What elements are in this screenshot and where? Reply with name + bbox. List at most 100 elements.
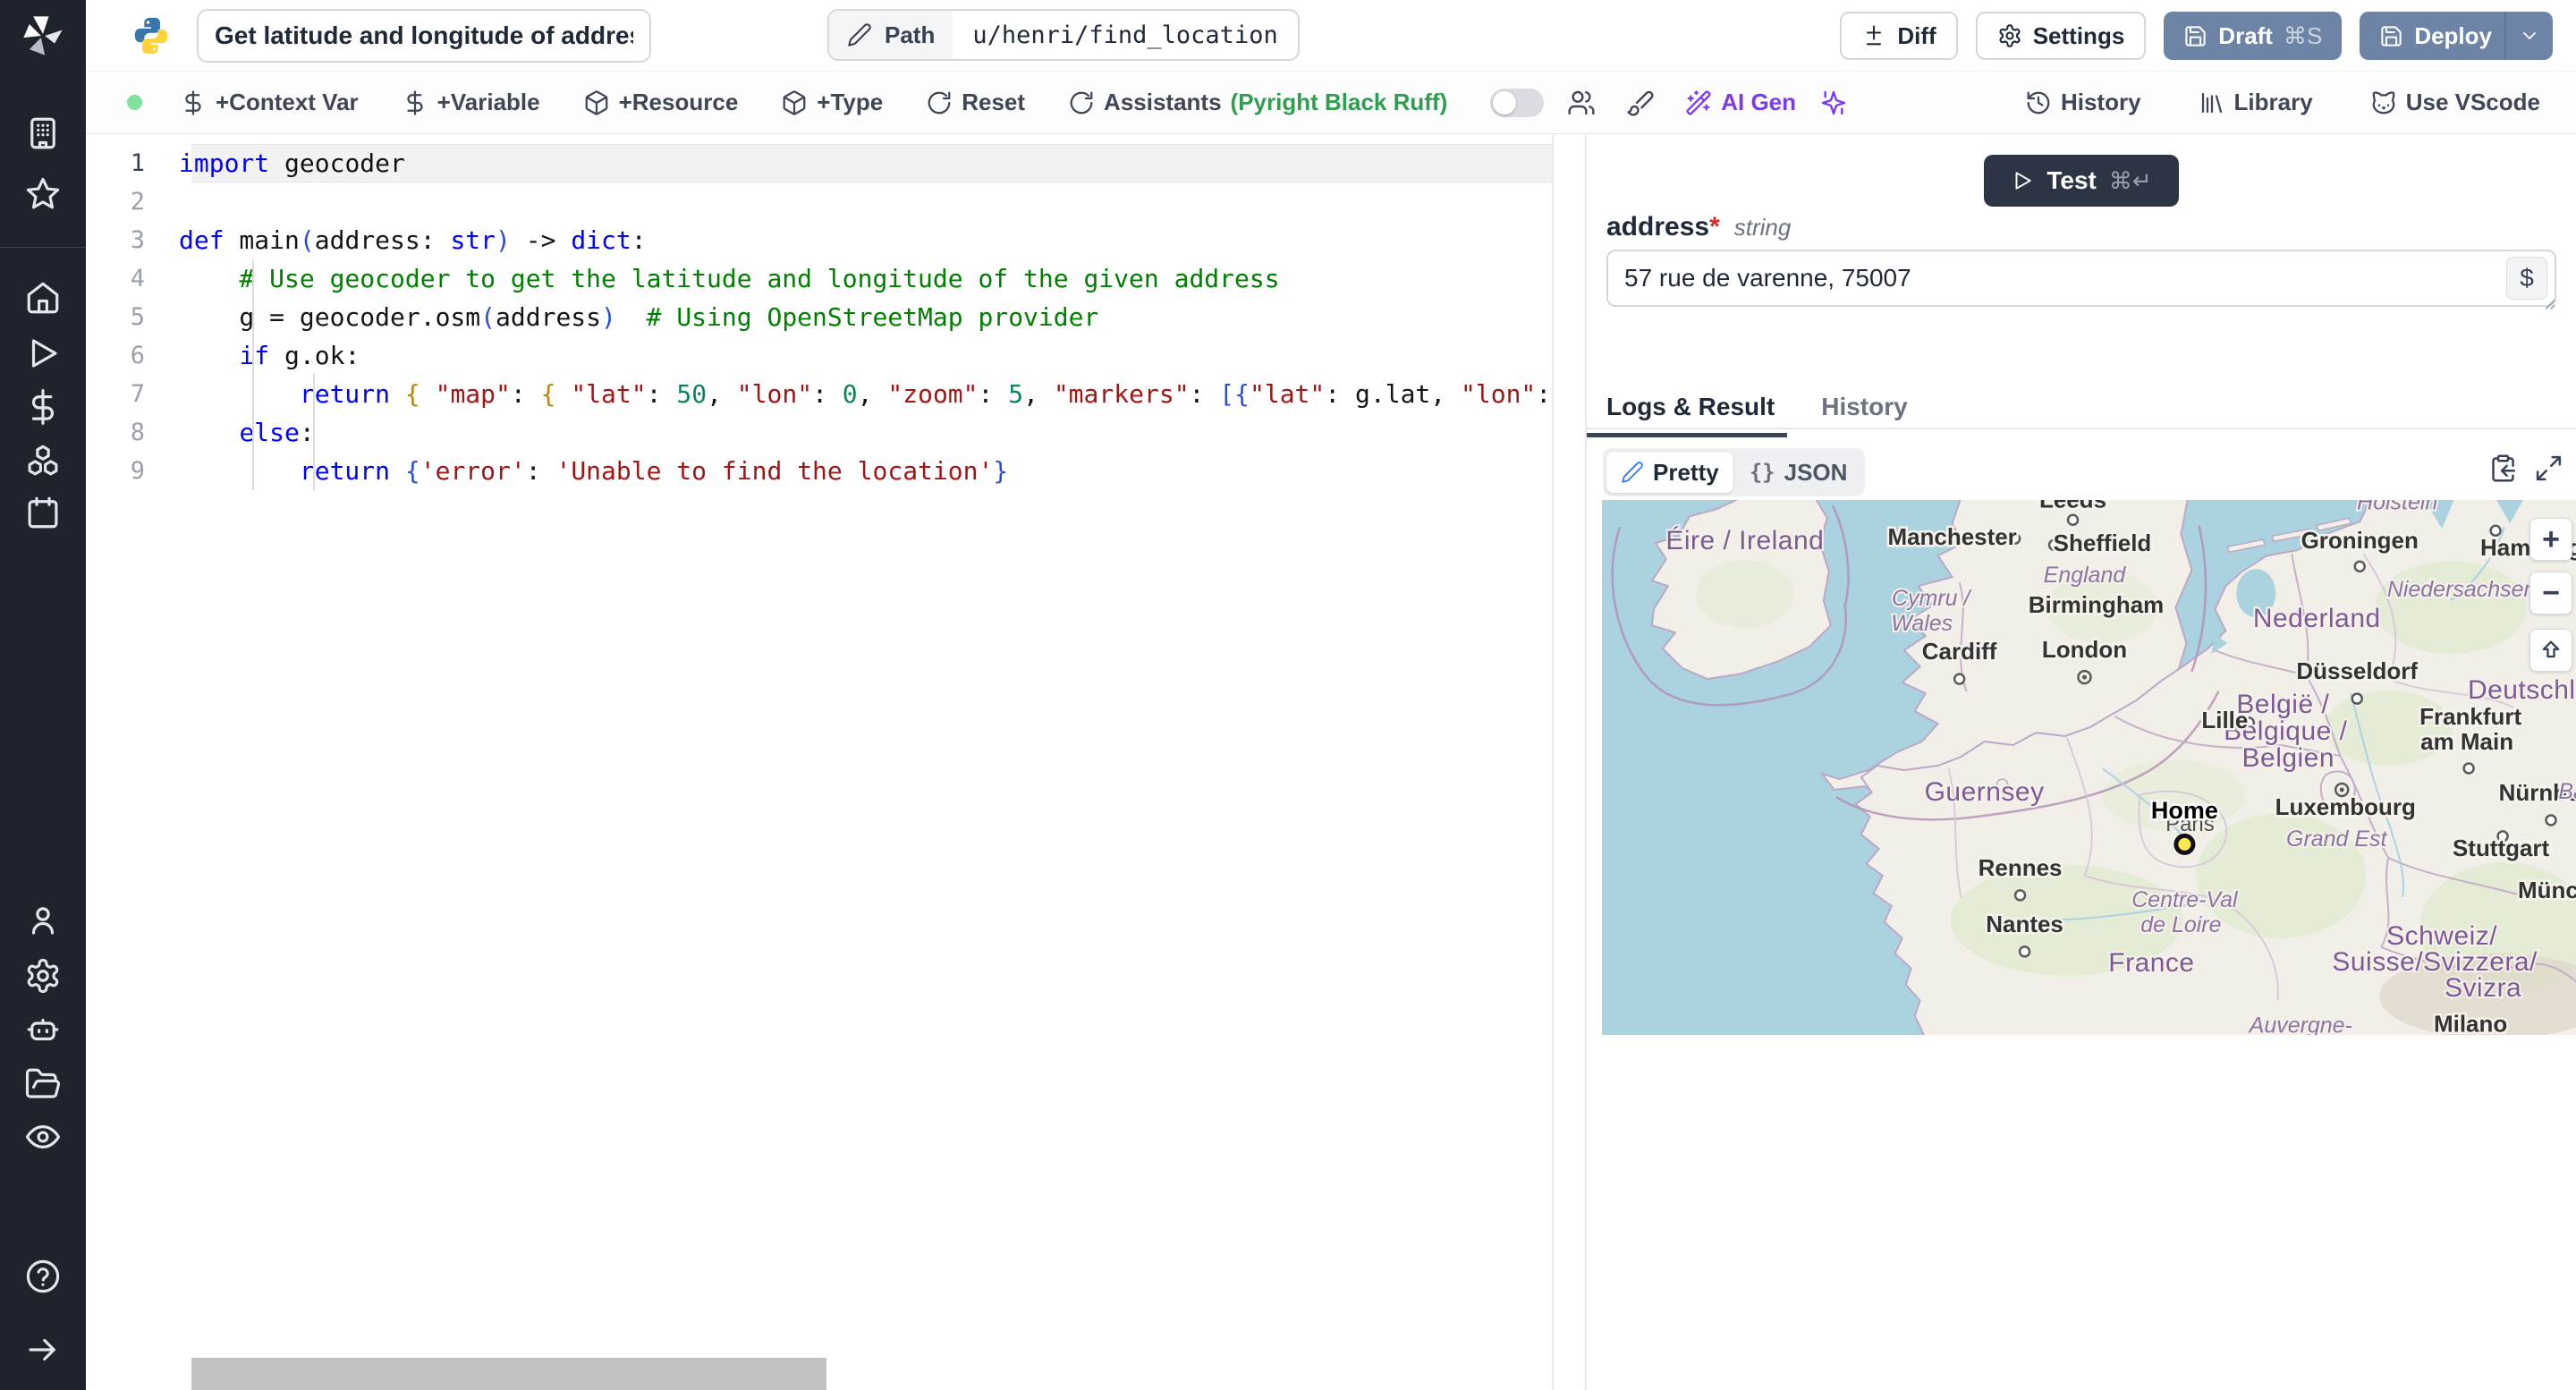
map-zoom-in-button[interactable]: + (2529, 518, 2572, 561)
chevron-down-icon[interactable] (2519, 25, 2540, 47)
draft-button[interactable]: Draft ⌘S (2164, 12, 2343, 60)
code-lines[interactable]: 1 import geocoder 2 3 def main(address: str)… (86, 144, 1552, 490)
sparkles-icon[interactable] (1819, 89, 1848, 117)
map-label: Manchester (1887, 523, 2016, 550)
add-resource-button[interactable]: +Resource (583, 89, 738, 116)
assistants-toggle[interactable] (1490, 88, 1545, 117)
map-label: België / (2236, 690, 2329, 719)
map-zoom-out-button[interactable]: − (2529, 572, 2572, 614)
map-label: Guernsey (1925, 777, 2045, 807)
dollar-icon (185, 89, 201, 115)
help-icon[interactable] (0, 1258, 86, 1295)
format-brush-icon[interactable] (1626, 89, 1655, 117)
map-label: Sheffield (2054, 530, 2152, 556)
windmill-logo[interactable] (0, 13, 86, 59)
python-logo-icon (131, 15, 172, 56)
use-vscode-button[interactable]: Use VScode (2370, 89, 2540, 116)
variables-dollar-icon[interactable] (0, 388, 86, 426)
runs-play-icon[interactable] (0, 335, 86, 372)
deploy-button[interactable]: Deploy (2360, 12, 2553, 60)
horizontal-scrollbar[interactable] (191, 1358, 826, 1390)
code-editor[interactable]: 1 import geocoder 2 3 def main(address: str)… (86, 135, 1554, 1390)
code-line[interactable]: 1 import geocoder (86, 144, 1552, 182)
pretty-view-button[interactable]: Pretty (1606, 452, 1733, 493)
code-line[interactable]: 6 if g.ok: (86, 336, 1552, 375)
code-line[interactable]: 7 return { "map": { "lat": 50, "lon": 0,… (86, 375, 1552, 413)
draft-shortcut: ⌘S (2283, 21, 2323, 49)
editor-toolbar: +Context Var +Variable +Resource +Type R… (86, 72, 2576, 134)
assistants-button[interactable]: Assistants (Pyright Black Ruff) (1068, 89, 1447, 116)
settings-button[interactable]: Settings (1975, 12, 2147, 60)
folders-icon[interactable] (0, 1065, 86, 1103)
history-clock-icon (2027, 91, 2050, 114)
dollar-icon (407, 89, 423, 115)
map-label: Belgien (2242, 743, 2334, 773)
audit-eye-icon[interactable] (0, 1118, 86, 1156)
map-label: Frankfurt (2419, 703, 2521, 730)
test-button[interactable]: Test ⌘↵ (1984, 155, 2179, 207)
result-view-toggle: Pretty {} JSON (1603, 448, 1866, 496)
script-path[interactable]: Path u/henri/find_location (827, 9, 1300, 61)
code-line[interactable]: 2 (86, 182, 1552, 221)
code-line[interactable]: 9 return {'error': 'Unable to find the l… (86, 452, 1552, 490)
test-label: Test (2046, 166, 2097, 194)
history-label: History (2060, 89, 2141, 115)
indent-guide (313, 374, 315, 490)
resize-handle-icon[interactable] (2540, 294, 2556, 310)
script-title-input[interactable] (197, 9, 651, 63)
map-label: Svizra (2445, 973, 2521, 1003)
settings-gear-icon[interactable] (0, 957, 86, 995)
map-label: Birmingham (2029, 591, 2165, 618)
insert-variable-button[interactable]: $ (2506, 257, 2547, 300)
add-type-label: +Type (817, 89, 884, 115)
multiplayer-users-icon[interactable] (1567, 89, 1596, 117)
copy-clipboard-icon[interactable] (2488, 453, 2518, 483)
deploy-separator (2504, 12, 2506, 60)
resources-cubes-icon[interactable] (0, 442, 86, 479)
address-input[interactable] (1606, 250, 2556, 307)
code-line[interactable]: 4 # Use geocoder to get the latitude and… (86, 259, 1552, 298)
users-person-icon[interactable] (0, 902, 86, 939)
map-city-dot (2353, 560, 2366, 572)
result-map[interactable]: Holstein Leeds Manchester Sheffield England B… (1602, 500, 2576, 1035)
library-button[interactable]: Library (2199, 89, 2313, 116)
code-line[interactable]: 5 g = geocoder.osm(address) # Using Open… (86, 298, 1552, 336)
map-label: Nantes (1986, 911, 2063, 937)
toggle-knob (1493, 90, 1517, 114)
history-button[interactable]: History (2025, 89, 2141, 116)
add-type-button[interactable]: +Type (781, 89, 883, 116)
add-context-var-button[interactable]: +Context Var (180, 89, 359, 116)
map-locate-button[interactable] (2529, 629, 2572, 672)
collapse-arrow-icon[interactable] (0, 1331, 86, 1369)
code-line[interactable]: 8 else: (86, 413, 1552, 452)
code-line[interactable]: 3 def main(address: str) -> dict: (86, 221, 1552, 259)
ai-gen-button[interactable]: AI Gen (1685, 89, 1796, 116)
workers-robot-icon[interactable] (0, 1011, 86, 1048)
tab-history[interactable]: History (1821, 393, 1907, 437)
reset-button[interactable]: Reset (926, 89, 1025, 116)
tab-logs-and-result[interactable]: Logs & Result (1586, 393, 1788, 437)
home-icon[interactable] (0, 279, 86, 317)
path-label: Path (885, 21, 936, 48)
map-label: Düsseldorf (2296, 657, 2418, 684)
map-city-dot (2013, 889, 2027, 902)
map-label: Milano (2434, 1011, 2507, 1035)
map-marker[interactable] (2174, 833, 2196, 855)
map-label: Leeds (2039, 500, 2106, 513)
json-view-button[interactable]: {} JSON (1735, 452, 1862, 493)
path-value: u/henri/find_location (972, 21, 1278, 49)
test-shortcut: ⌘↵ (2108, 166, 2152, 194)
indent-guide (252, 259, 254, 490)
diff-button[interactable]: Diff (1840, 12, 1958, 60)
favorites-star-icon[interactable] (0, 175, 86, 213)
add-context-var-label: +Context Var (216, 89, 359, 115)
reset-label: Reset (962, 89, 1026, 115)
required-asterisk: * (1709, 212, 1720, 242)
fullscreen-expand-icon[interactable] (2534, 453, 2563, 483)
map-label: England (2044, 563, 2127, 588)
pen-icon (1622, 462, 1643, 483)
add-variable-button[interactable]: +Variable (402, 89, 540, 116)
workspace-icon[interactable] (0, 114, 86, 152)
schedules-calendar-icon[interactable] (0, 494, 86, 531)
line-number: 4 (130, 265, 145, 292)
